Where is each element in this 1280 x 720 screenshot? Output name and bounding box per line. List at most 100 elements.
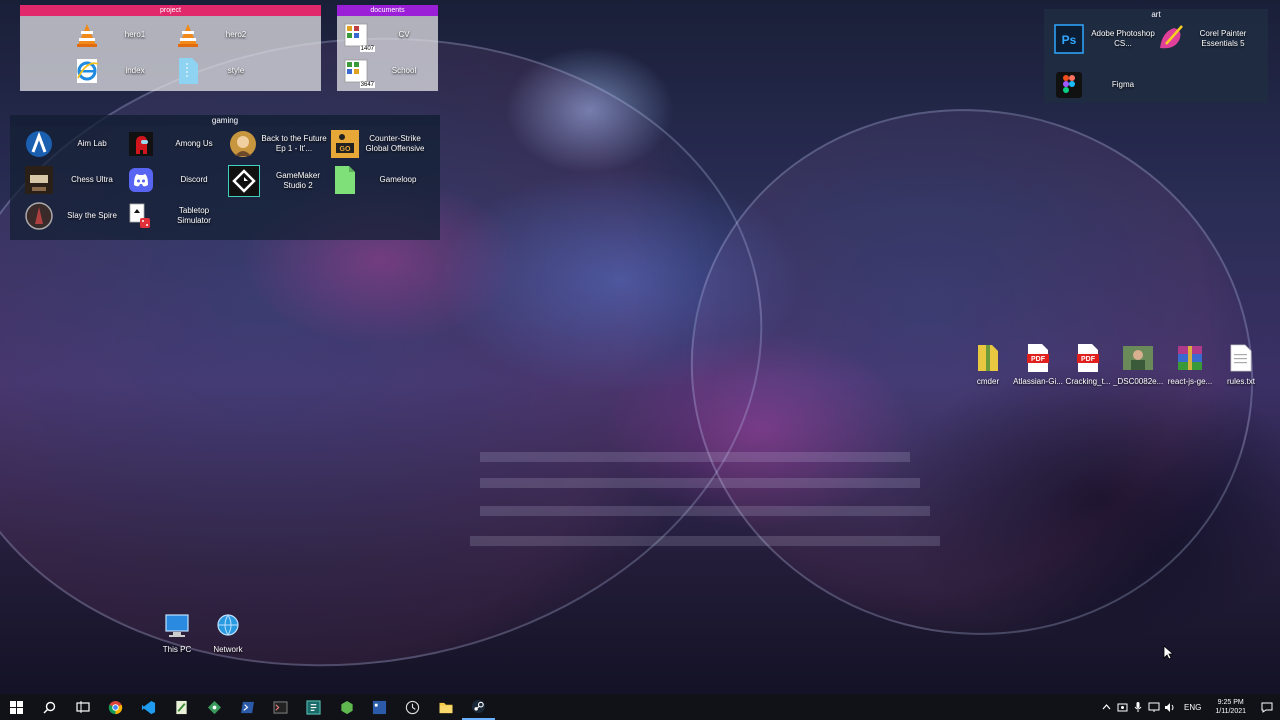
microphone-icon (1134, 702, 1142, 712)
fence-title: documents (337, 5, 438, 16)
file-label: CV (398, 30, 410, 39)
steam-icon (471, 699, 486, 713)
language-label: ENG (1184, 702, 1202, 712)
app-shortcut[interactable]: Gameloop (330, 165, 428, 195)
app-label: Slay the Spire (67, 211, 117, 220)
desktop-icon-text[interactable]: rules.txt (1216, 343, 1266, 387)
fence-gaming[interactable]: gaming Aim Lab Among Us Back to the Futu… (10, 115, 440, 240)
start-button[interactable] (0, 694, 33, 720)
file-icon (173, 56, 203, 86)
app-shortcut[interactable]: Ps Adobe Photoshop CS... (1054, 24, 1156, 54)
task-view-icon (75, 701, 90, 713)
app-shortcut[interactable]: Corel Painter Essentials 5 (1156, 24, 1256, 54)
wallpaper-crosswalk (470, 536, 940, 546)
app-window-icon (372, 700, 387, 714)
corel-painter-icon (1156, 24, 1186, 54)
icon-label: cmder (976, 377, 1000, 386)
app-label: Back to the Future Ep 1 - It'... (261, 134, 327, 153)
taskbar-app-vscode[interactable] (132, 694, 165, 720)
file-label: School (391, 66, 417, 75)
svg-text:Ps: Ps (1062, 33, 1077, 47)
system-tray: ENG 9:25 PM 1/11/2021 (1098, 694, 1280, 720)
icon-label: Atlassian-Gi... (1013, 377, 1063, 386)
notification-icon (1261, 702, 1273, 713)
html-file-icon[interactable]: index (72, 56, 160, 86)
vlc-file-icon[interactable]: hero1 (72, 20, 160, 50)
pdf-file-icon: PDF (1023, 343, 1053, 373)
fence-title: art (1151, 10, 1161, 19)
this-pc-icon[interactable]: This PC (152, 611, 202, 655)
app-shortcut[interactable]: Aim Lab (24, 129, 122, 159)
tray-app-icon[interactable] (1114, 694, 1130, 720)
computer-icon (162, 611, 192, 641)
taskbar-app-explorer[interactable] (429, 694, 462, 720)
app-shortcut[interactable]: GameMaker Studio 2 (228, 165, 328, 197)
clock-time: 9:25 PM (1217, 699, 1244, 706)
nodejs-hexagon-icon (340, 700, 353, 714)
taskbar-app-clock[interactable] (396, 694, 429, 720)
tabletop-simulator-icon (126, 201, 156, 231)
taskbar-app-sourcetree[interactable] (198, 694, 231, 720)
taskbar-app-notepad[interactable] (165, 694, 198, 720)
vlc-file-icon[interactable]: hero2 (173, 20, 261, 50)
document-file-icon[interactable]: 1407 CV (341, 20, 429, 52)
task-view-button[interactable] (66, 694, 99, 720)
app-label: Adobe Photoshop CS... (1091, 29, 1155, 48)
app-shortcut[interactable]: Among Us (126, 129, 224, 159)
language-indicator[interactable]: ENG (1178, 694, 1207, 720)
taskbar-app-window[interactable] (363, 694, 396, 720)
taskbar-app-chrome[interactable] (99, 694, 132, 720)
search-button[interactable] (33, 694, 66, 720)
volume-button[interactable] (1162, 694, 1178, 720)
taskbar: ENG 9:25 PM 1/11/2021 (0, 694, 1280, 720)
desktop-icon-archive[interactable]: react-js-ge... (1165, 343, 1215, 387)
folder-zip-icon (973, 343, 1003, 373)
app-shortcut[interactable]: GO Counter-Strike Global Offensive (330, 129, 427, 159)
fence-documents[interactable]: documents 1407 CV 3647 School (337, 5, 438, 91)
fence-title: gaming (10, 115, 440, 126)
app-shortcut[interactable]: Discord (126, 165, 224, 195)
app-shortcut[interactable]: Slay the Spire (24, 201, 122, 231)
spreadsheet-icon: 3647 (341, 56, 375, 88)
chess-ultra-icon (24, 165, 54, 195)
icon-label: react-js-ge... (1167, 377, 1213, 386)
taskbar-app-powershell[interactable] (231, 694, 264, 720)
css-file-icon[interactable]: style (173, 56, 261, 86)
app-label: Counter-Strike Global Offensive (365, 134, 425, 153)
desktop-icon-pdf[interactable]: PDF Cracking_t... (1063, 343, 1113, 387)
spreadsheet-icon: 1407 (341, 20, 375, 52)
app-shortcut[interactable]: Chess Ultra (24, 165, 122, 195)
file-label: hero1 (124, 30, 146, 39)
taskbar-app-terminal[interactable] (264, 694, 297, 720)
desktop-icon-cmder[interactable]: cmder (963, 343, 1013, 387)
chevron-up-icon (1102, 704, 1110, 710)
icon-label: Cracking_t... (1065, 377, 1111, 386)
show-hidden-icons-button[interactable] (1098, 694, 1114, 720)
desktop-icon-pdf[interactable]: PDF Atlassian-Gi... (1013, 343, 1063, 387)
wallpaper-crosswalk (480, 506, 930, 516)
taskbar-app-node[interactable] (330, 694, 363, 720)
icon-label: rules.txt (1226, 377, 1255, 386)
clock[interactable]: 9:25 PM 1/11/2021 (1207, 698, 1254, 716)
action-center-button[interactable] (1254, 694, 1280, 720)
desktop-wallpaper: project hero1 hero2 index style document… (0, 0, 1280, 694)
search-icon (43, 701, 56, 713)
microphone-button[interactable] (1130, 694, 1146, 720)
desktop-icon-image[interactable]: _DSC0082e... (1113, 343, 1163, 387)
svg-text:PDF: PDF (1081, 356, 1096, 363)
network-icon[interactable]: Network (203, 611, 253, 655)
fence-art[interactable]: art Ps Adobe Photoshop CS... Corel Paint… (1044, 9, 1268, 103)
network-button[interactable] (1146, 694, 1162, 720)
app-shortcut[interactable]: Tabletop Simulator (126, 201, 224, 231)
taskbar-app-editor[interactable] (297, 694, 330, 720)
app-shortcut[interactable]: Back to the Future Ep 1 - It'... (228, 129, 327, 159)
app-label: Aim Lab (77, 139, 107, 148)
document-file-icon[interactable]: 3647 School (341, 56, 429, 88)
app-shortcut[interactable]: Figma (1054, 70, 1156, 100)
taskbar-app-steam[interactable] (462, 694, 495, 720)
wallpaper-crosswalk (480, 452, 910, 462)
fence-project[interactable]: project hero1 hero2 index style (20, 5, 321, 91)
discord-icon (126, 165, 156, 195)
wallpaper-umbrella-left (0, 0, 804, 694)
file-label: index (125, 66, 145, 75)
